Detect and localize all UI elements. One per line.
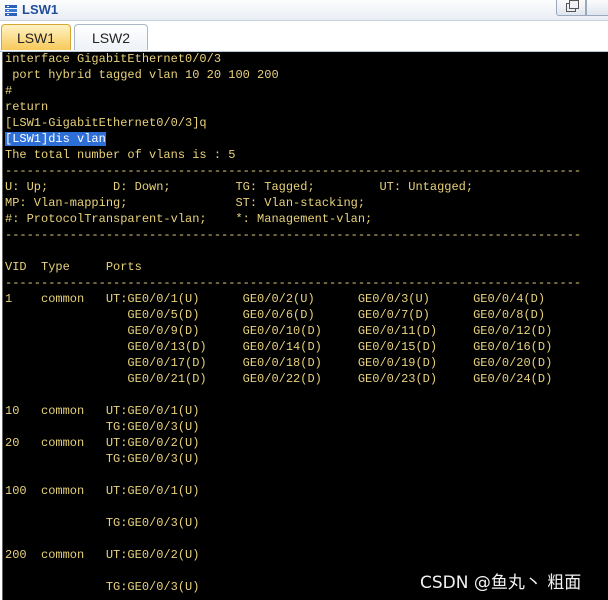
terminal-line: port hybrid tagged vlan 10 20 100 200 xyxy=(5,68,279,82)
terminal-line: GE0/0/13(D) GE0/0/14(D) GE0/0/15(D) GE0/… xyxy=(5,340,553,354)
close-button[interactable] xyxy=(586,0,608,16)
restore-icon xyxy=(566,0,579,12)
terminal-line: # xyxy=(5,84,13,98)
selected-command: [LSW1]dis vlan xyxy=(5,132,106,146)
terminal-line: interface GigabitEthernet0/0/3 xyxy=(5,52,222,66)
terminal-line: 100 common UT:GE0/0/1(U) xyxy=(5,484,200,498)
terminal-line: #: ProtocolTransparent-vlan; *: Manageme… xyxy=(5,212,373,226)
restore-button[interactable] xyxy=(556,0,586,16)
switch-console-icon xyxy=(5,5,17,16)
tab-lsw1[interactable]: LSW1 xyxy=(1,24,71,50)
title-bar: LSW1 xyxy=(0,0,608,21)
tab-lsw2[interactable]: LSW2 xyxy=(74,24,148,50)
csdn-watermark: CSDN @鱼丸丶 粗面 xyxy=(420,573,582,593)
terminal-line: ----------------------------------------… xyxy=(5,228,582,242)
terminal-line: MP: Vlan-mapping; ST: Vlan-stacking; xyxy=(5,196,366,210)
terminal-line: TG:GE0/0/3(U) xyxy=(5,516,200,530)
terminal-line: GE0/0/17(D) GE0/0/18(D) GE0/0/19(D) GE0/… xyxy=(5,356,553,370)
terminal-line: [LSW1-GigabitEthernet0/0/3]q xyxy=(5,116,207,130)
terminal-line: TG:GE0/0/3(U) xyxy=(5,452,200,466)
terminal-line: GE0/0/9(D) GE0/0/10(D) GE0/0/11(D) GE0/0… xyxy=(5,324,553,338)
terminal-line: U: Up; D: Down; TG: Tagged; UT: Untagged… xyxy=(5,180,474,194)
terminal-line-selected: [LSW1]dis vlan xyxy=(5,132,106,148)
terminal-line: GE0/0/5(D) GE0/0/6(D) GE0/0/7(D) GE0/0/8… xyxy=(5,308,546,322)
terminal-line: 10 common UT:GE0/0/1(U) xyxy=(5,404,200,418)
terminal-line: 20 common UT:GE0/0/2(U) xyxy=(5,436,200,450)
window-title: LSW1 xyxy=(22,2,59,17)
terminal-line: The total number of vlans is : 5 xyxy=(5,148,236,162)
terminal-line: return xyxy=(5,100,49,114)
terminal-line: TG:GE0/0/3(U) xyxy=(5,580,200,594)
terminal-line: ----------------------------------------… xyxy=(5,276,582,290)
terminal-line: VID Type Ports xyxy=(5,260,142,274)
terminal-console[interactable]: interface GigabitEthernet0/0/3 port hybr… xyxy=(2,52,608,600)
terminal-line: 200 common UT:GE0/0/2(U) xyxy=(5,548,200,562)
terminal-line: GE0/0/21(D) GE0/0/22(D) GE0/0/23(D) GE0/… xyxy=(5,372,553,386)
terminal-line: ----------------------------------------… xyxy=(5,164,582,178)
tab-bar: LSW1 LSW2 xyxy=(0,21,608,52)
terminal-line: TG:GE0/0/3(U) xyxy=(5,420,200,434)
terminal-line: 1 common UT:GE0/0/1(U) GE0/0/2(U) GE0/0/… xyxy=(5,292,546,306)
